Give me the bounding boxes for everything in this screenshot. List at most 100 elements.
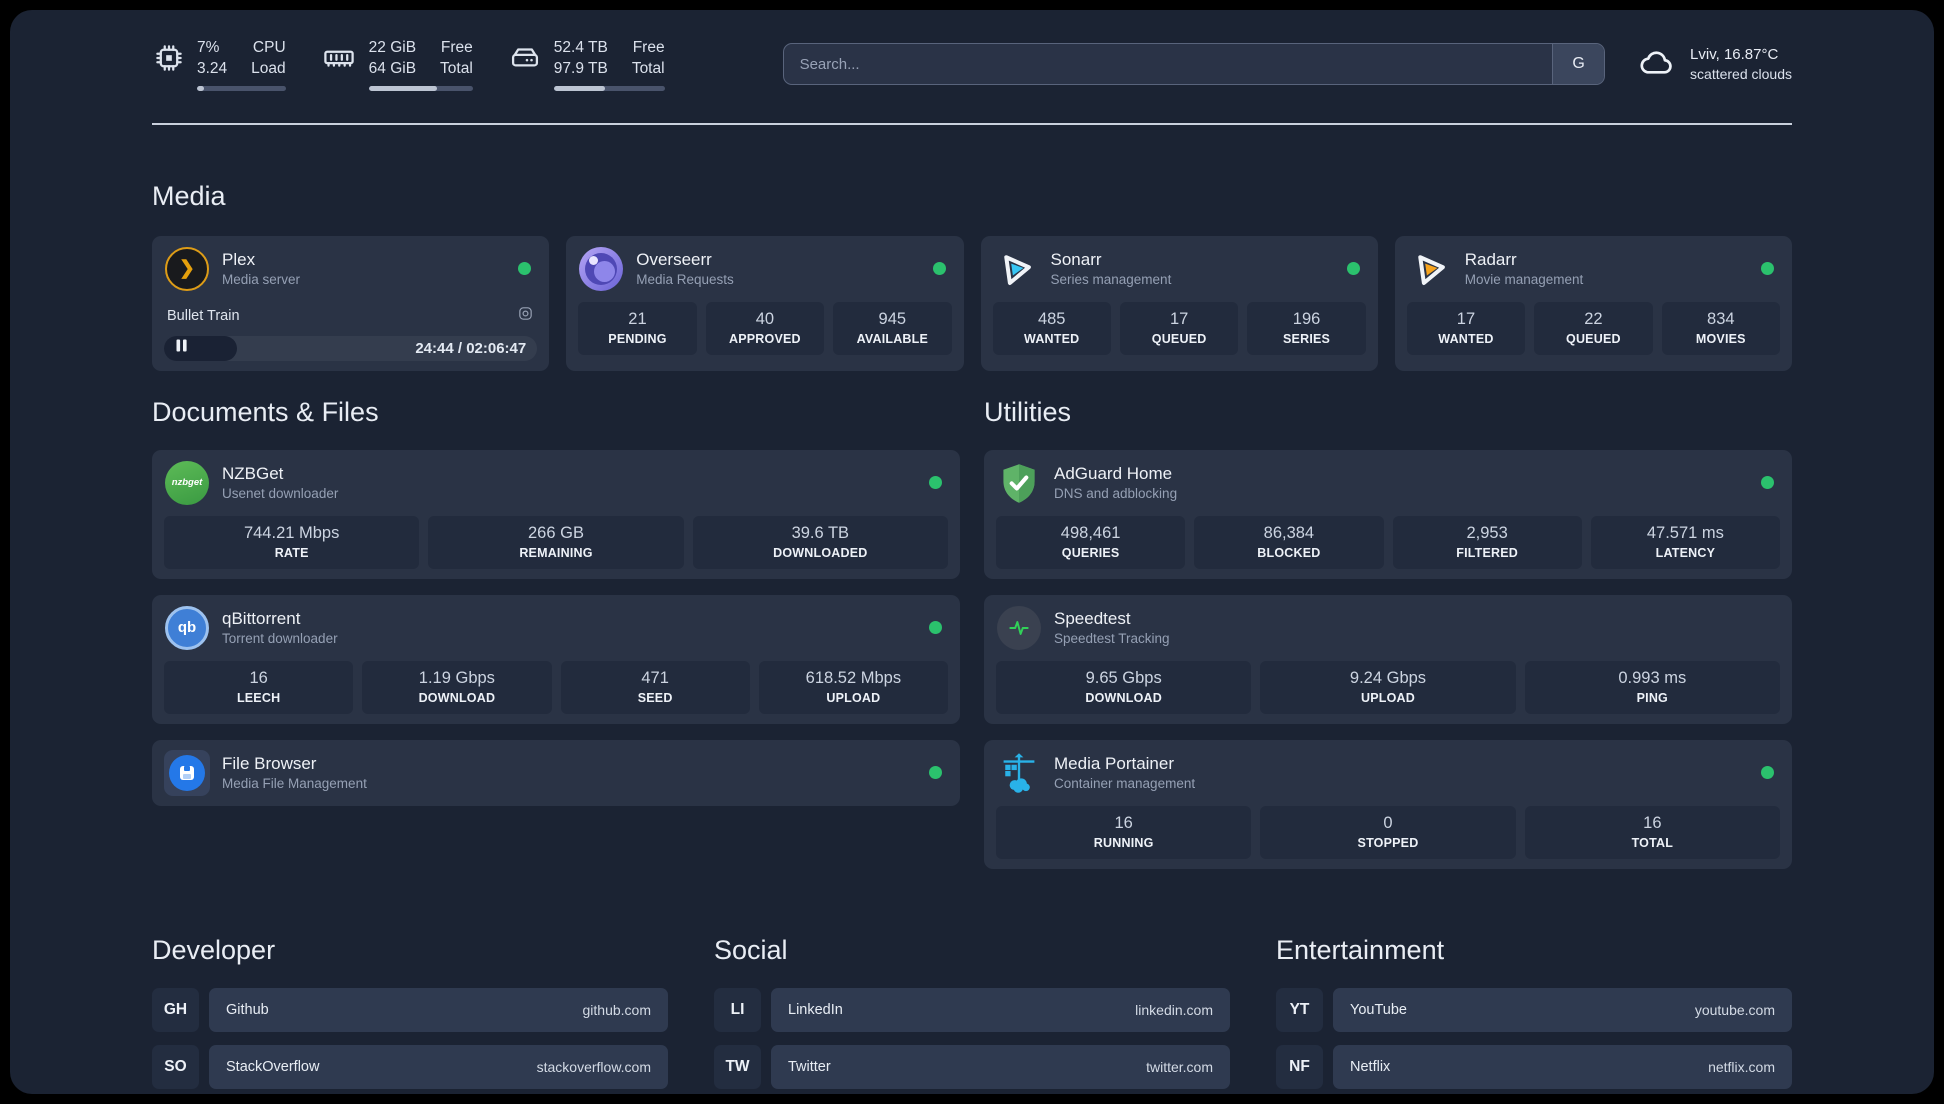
- service-card-adguard[interactable]: AdGuard Home DNS and adblocking 498,461 …: [984, 449, 1792, 579]
- service-name: AdGuard Home: [1054, 464, 1173, 484]
- bookmark-name: StackOverflow: [226, 1058, 320, 1075]
- memory-values: 22 GiB 64 GiB: [368, 39, 417, 77]
- stat-tile: 485 WANTED: [992, 301, 1111, 355]
- service-name: qBittorrent: [222, 609, 301, 629]
- service-name: NZBGet: [222, 464, 284, 484]
- memory-progress-fill: [368, 85, 438, 91]
- top-bar: 7% 3.24 CPU Load 22 GiB 64 GiB Free Tota…: [152, 38, 1792, 91]
- overseerr-logo-icon: [578, 246, 624, 292]
- service-name: Media Portainer: [1054, 754, 1175, 774]
- bookmark-group-social: Social LI LinkedIn linkedin.com TW Twitt…: [714, 935, 1230, 1094]
- header-divider: [152, 122, 1792, 125]
- status-dot: [932, 262, 946, 276]
- disk-progress-bar: [553, 85, 665, 91]
- weather-location-temp: Lviv, 16.87°C: [1690, 46, 1779, 64]
- bookmark-group-title: Social: [714, 934, 788, 965]
- service-name: File Browser: [222, 754, 317, 774]
- service-description: Container management: [1054, 776, 1196, 792]
- bookmark-name: YouTube: [1350, 1001, 1407, 1018]
- stat-tile: 618.52 Mbps UPLOAD: [758, 660, 948, 714]
- service-description: Media server: [222, 272, 301, 288]
- resource-widgets: 7% 3.24 CPU Load 22 GiB 64 GiB Free Tota…: [152, 38, 665, 91]
- stat-tile: 9.24 Gbps UPLOAD: [1260, 660, 1516, 714]
- disk-values: 52.4 TB 97.9 TB: [553, 39, 608, 77]
- status-dot: [929, 476, 942, 490]
- cpu-progress-fill: [197, 85, 205, 91]
- bookmark-netflix[interactable]: NF Netflix netflix.com: [1276, 1044, 1792, 1089]
- search-bar[interactable]: G: [782, 43, 1606, 86]
- qbittorrent-logo-icon: qb: [164, 605, 210, 651]
- stat-tile: 16 LEECH: [164, 660, 354, 714]
- bookmark-linkedin[interactable]: LI LinkedIn linkedin.com: [714, 987, 1230, 1032]
- service-card-plex[interactable]: ❯ Plex Media server Bullet Train 24:44 /…: [152, 235, 550, 371]
- service-card-overseerr[interactable]: Overseerr Media Requests 21 PENDING 40 A…: [566, 235, 964, 371]
- stat-tile: 744.21 Mbps RATE: [164, 515, 420, 569]
- cloud-icon: [1635, 43, 1677, 86]
- bookmark-abbr: LI: [714, 987, 761, 1032]
- service-description: Speedtest Tracking: [1054, 631, 1170, 647]
- service-description: Series management: [1050, 272, 1172, 288]
- sonarr-logo-icon: [993, 246, 1039, 292]
- service-card-filebrowser[interactable]: File Browser Media File Management: [152, 739, 960, 806]
- bookmark-group-title: Entertainment: [1276, 934, 1445, 965]
- service-card-nzbget[interactable]: nzbget NZBGet Usenet downloader 744.21 M…: [152, 449, 960, 579]
- stat-tile: 39.6 TB DOWNLOADED: [692, 515, 948, 569]
- stat-tile: 498,461 QUERIES: [996, 515, 1186, 569]
- stat-tile: 22 QUEUED: [1534, 301, 1653, 355]
- service-card-qbittorrent[interactable]: qb qBittorrent Torrent downloader 16 LEE…: [152, 594, 960, 724]
- service-description: Usenet downloader: [222, 486, 339, 502]
- stat-tile: 16 RUNNING: [996, 805, 1252, 859]
- bookmark-name: Netflix: [1350, 1058, 1391, 1075]
- stat-tile: 16 TOTAL: [1524, 805, 1780, 859]
- bookmark-github[interactable]: GH Github github.com: [152, 987, 668, 1032]
- bookmark-group-title: Developer: [152, 934, 276, 965]
- now-playing-progress-fill: [164, 335, 237, 361]
- cpu-labels: CPU Load: [251, 39, 286, 77]
- search-provider-button[interactable]: G: [1552, 44, 1605, 85]
- service-card-speedtest[interactable]: Speedtest Speedtest Tracking 9.65 Gbps D…: [984, 594, 1792, 724]
- bookmark-url: netflix.com: [1708, 1058, 1775, 1075]
- service-description: Movie management: [1464, 272, 1584, 288]
- service-card-sonarr[interactable]: Sonarr Series management 485 WANTED 17 Q…: [980, 235, 1378, 371]
- cpu-values: 7% 3.24: [197, 39, 228, 77]
- section-media: Media ❯ Plex Media server Bullet Train 2…: [152, 181, 1792, 371]
- bookmark-url: stackoverflow.com: [536, 1058, 651, 1075]
- status-dot: [1346, 262, 1360, 276]
- status-dot: [1761, 766, 1774, 780]
- stat-tile: 2,953 FILTERED: [1392, 515, 1582, 569]
- section-title-documents: Documents & Files: [152, 396, 379, 427]
- portainer-logo-icon: [996, 750, 1042, 796]
- bookmark-stackoverflow[interactable]: SO StackOverflow stackoverflow.com: [152, 1044, 668, 1089]
- search-input[interactable]: [783, 44, 1553, 85]
- bookmark-youtube[interactable]: YT YouTube youtube.com: [1276, 987, 1792, 1032]
- pause-icon: [175, 339, 188, 357]
- status-dot: [1761, 262, 1774, 276]
- bookmark-twitter[interactable]: TW Twitter twitter.com: [714, 1044, 1230, 1089]
- stat-tile: 196 SERIES: [1247, 301, 1366, 355]
- service-name: Sonarr: [1050, 250, 1102, 270]
- status-dot: [518, 262, 532, 276]
- bookmark-group-developer: Developer GH Github github.com SO StackO…: [152, 935, 668, 1094]
- stat-tile: 9.65 Gbps DOWNLOAD: [996, 660, 1252, 714]
- cpu-icon: [152, 41, 186, 80]
- bookmark-abbr: SO: [152, 1044, 199, 1089]
- service-name: Radarr: [1464, 250, 1517, 270]
- bookmark-abbr: NF: [1276, 1044, 1323, 1089]
- service-card-radarr[interactable]: Radarr Movie management 17 WANTED 22 QUE…: [1394, 235, 1792, 371]
- service-card-portainer[interactable]: Media Portainer Container management 16 …: [984, 739, 1792, 869]
- section-documents-files: Documents & Files nzbget NZBGet Usenet d…: [152, 397, 960, 822]
- status-dot: [1761, 476, 1774, 490]
- stat-tile: 266 GB REMAINING: [428, 515, 684, 569]
- disk-labels: Free Total: [631, 39, 665, 77]
- adguard-logo-icon: [996, 460, 1042, 506]
- stat-tile: 86,384 BLOCKED: [1194, 515, 1384, 569]
- service-description: Media File Management: [222, 776, 367, 792]
- plex-logo-icon: ❯: [164, 246, 210, 292]
- service-description: Media Requests: [636, 272, 734, 288]
- stat-tile: 17 QUEUED: [1119, 301, 1239, 355]
- stat-tile: 40 APPROVED: [705, 301, 825, 355]
- bookmark-abbr: YT: [1276, 987, 1323, 1032]
- status-dot: [929, 766, 942, 780]
- status-dot: [929, 621, 942, 635]
- stat-tile: 0 STOPPED: [1260, 805, 1516, 859]
